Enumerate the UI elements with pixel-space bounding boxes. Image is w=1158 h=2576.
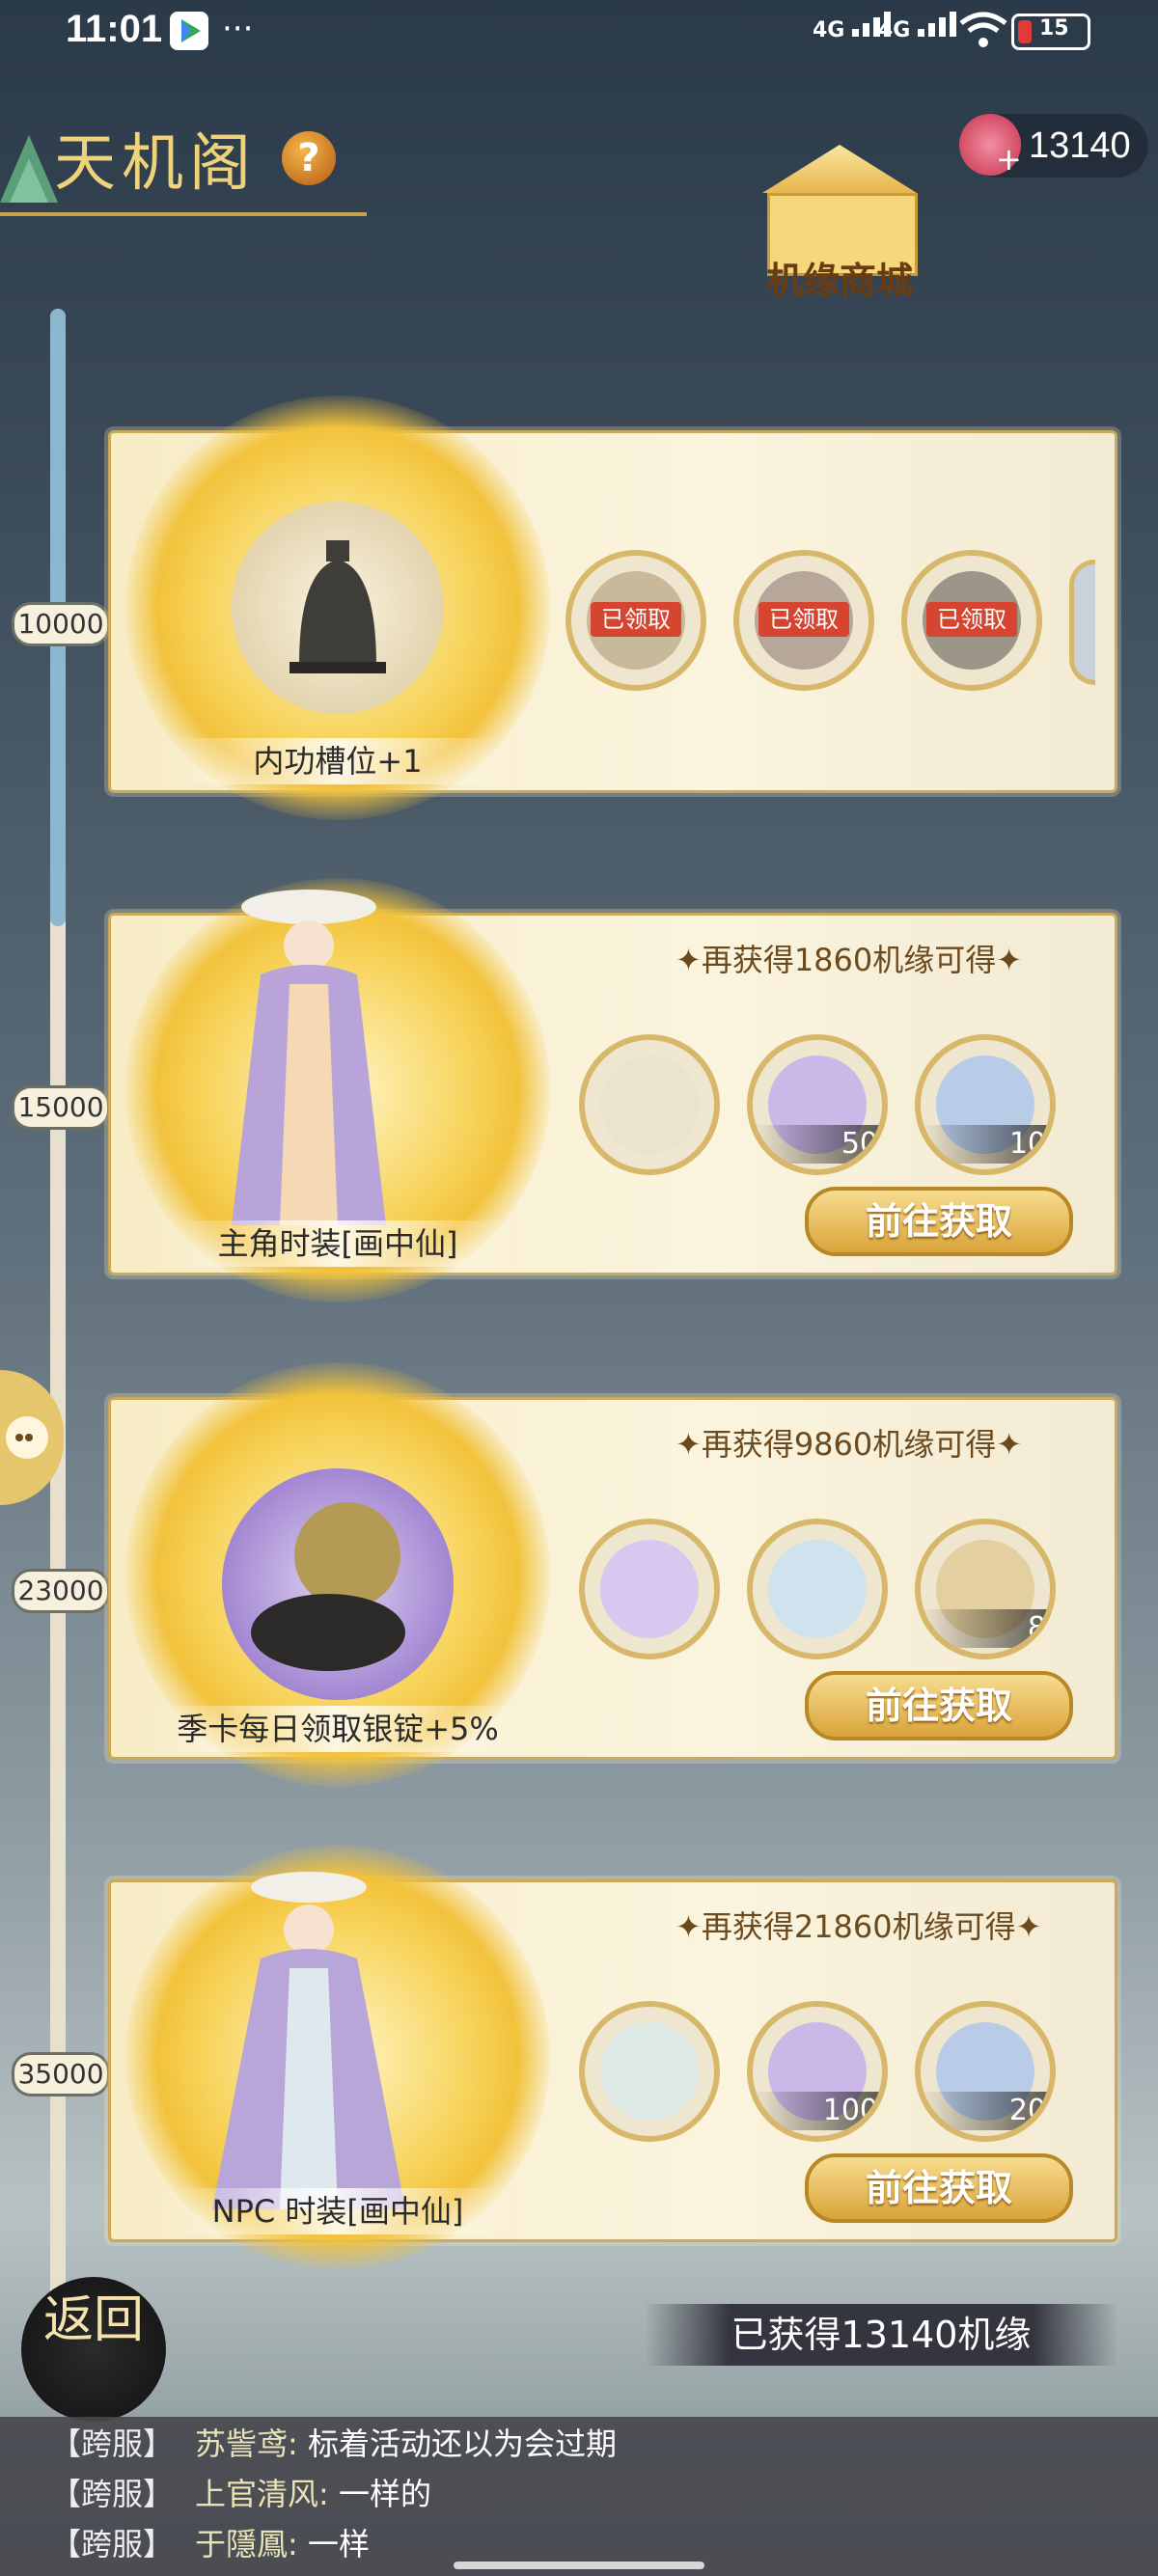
prize-label: 季卡每日领取银锭+5%	[145, 1706, 531, 1752]
reward-item[interactable]: 50	[747, 1034, 888, 1175]
need-text: ✦再获得21860机缘可得✦	[676, 1908, 1042, 1945]
reward-item[interactable]: 已领取	[901, 550, 1042, 691]
more-notifications-icon: ···	[222, 10, 254, 48]
item-quantity: 20	[921, 2092, 1050, 2130]
reward-item[interactable]: 已领取	[733, 550, 874, 691]
sparkle-icon: ✦	[996, 942, 1023, 978]
progress-mark: 15000	[12, 1085, 110, 1130]
page-title: 天机阁	[54, 128, 257, 200]
sparkle-icon: ✦	[676, 1908, 702, 1945]
progress-mark: 23000	[12, 1569, 110, 1613]
need-text: ✦再获得9860机缘可得✦	[676, 1426, 1023, 1463]
help-button[interactable]: ?	[282, 131, 336, 185]
fortune-shop-button[interactable]: 机缘商城	[743, 125, 936, 302]
play-store-icon	[170, 12, 208, 50]
claimed-badge: 已领取	[926, 602, 1017, 637]
reward-item[interactable]: 10	[915, 1034, 1056, 1175]
item-quantity: 10	[921, 1125, 1050, 1164]
status-bar: 11:01 ··· 4G 4G 15	[0, 0, 1158, 62]
chat-message: 【跨服】 上官清风: 一样的	[50, 2476, 431, 2512]
reward-item[interactable]	[747, 1519, 888, 1659]
svg-text:+: +	[996, 141, 1021, 176]
shop-roof-icon	[762, 145, 917, 193]
reward-item[interactable]: 已领取	[565, 550, 706, 691]
chat-toggle-button[interactable]	[0, 1370, 64, 1505]
chat-message: 【跨服】 于隱鳳: 一样	[50, 2526, 370, 2562]
reward-item[interactable]: 8	[915, 1519, 1056, 1659]
mirror-prize-icon[interactable]	[222, 1468, 454, 1700]
item-quantity: 8	[921, 1609, 1050, 1648]
prize-label: 内功槽位+1	[164, 738, 511, 784]
hero-costume-figure[interactable]	[193, 868, 425, 1235]
go-obtain-button[interactable]: 前往获取	[805, 1671, 1073, 1740]
home-indicator[interactable]	[454, 2562, 704, 2569]
add-currency-button[interactable]: +	[959, 114, 1022, 178]
progress-mark: 35000	[12, 2052, 110, 2096]
go-obtain-button[interactable]: 前往获取	[805, 2153, 1073, 2223]
bell-prize-icon[interactable]	[232, 502, 444, 714]
reward-item[interactable]: 100	[747, 2001, 888, 2142]
clock: 11:01	[66, 8, 163, 50]
mountain-emblem-icon	[0, 125, 58, 206]
sparkle-icon: ✦	[676, 942, 702, 978]
reward-item[interactable]: 20	[915, 2001, 1056, 2142]
go-obtain-button[interactable]: 前往获取	[805, 1187, 1073, 1256]
reward-item[interactable]	[579, 1034, 720, 1175]
wifi-icon	[959, 12, 1007, 52]
prize-label: NPC 时装[画中仙]	[164, 2188, 511, 2234]
item-quantity: 100	[753, 2092, 882, 2130]
reward-item-partial[interactable]	[1069, 560, 1095, 685]
battery-icon: 15	[1011, 14, 1090, 50]
sparkle-icon: ✦	[1015, 1908, 1042, 1945]
signal-4g-2-icon: 4G	[878, 12, 960, 42]
need-text: ✦再获得1860机缘可得✦	[676, 942, 1023, 978]
currency-value: 13140	[1029, 125, 1131, 166]
bottle-icon	[768, 1540, 867, 1638]
claimed-badge: 已领取	[758, 602, 849, 637]
mirror-icon	[600, 1540, 699, 1638]
chat-message: 【跨服】 苏訾鸢: 标着活动还以为会过期	[50, 2425, 617, 2462]
reward-item[interactable]	[579, 2001, 720, 2142]
chest-icon	[600, 2022, 699, 2121]
back-button[interactable]: 返回	[21, 2277, 166, 2422]
claimed-badge: 已领取	[591, 602, 681, 637]
npc-costume-figure[interactable]	[164, 1852, 454, 2219]
item-quantity: 50	[753, 1125, 882, 1164]
reward-item[interactable]	[579, 1519, 720, 1659]
sparkle-icon: ✦	[996, 1426, 1023, 1463]
chest-icon	[600, 1055, 699, 1154]
progress-mark: 10000	[12, 602, 110, 646]
total-obtained: 已获得13140机缘	[645, 2304, 1117, 2366]
shop-label: 机缘商城	[765, 259, 913, 302]
chat-panel[interactable]: 【跨服】 苏訾鸢: 标着活动还以为会过期 【跨服】 上官清风: 一样的 【跨服】 于隱…	[0, 2417, 1158, 2576]
prize-label: 主角时装[画中仙]	[164, 1220, 511, 1267]
sparkle-icon: ✦	[676, 1426, 702, 1463]
